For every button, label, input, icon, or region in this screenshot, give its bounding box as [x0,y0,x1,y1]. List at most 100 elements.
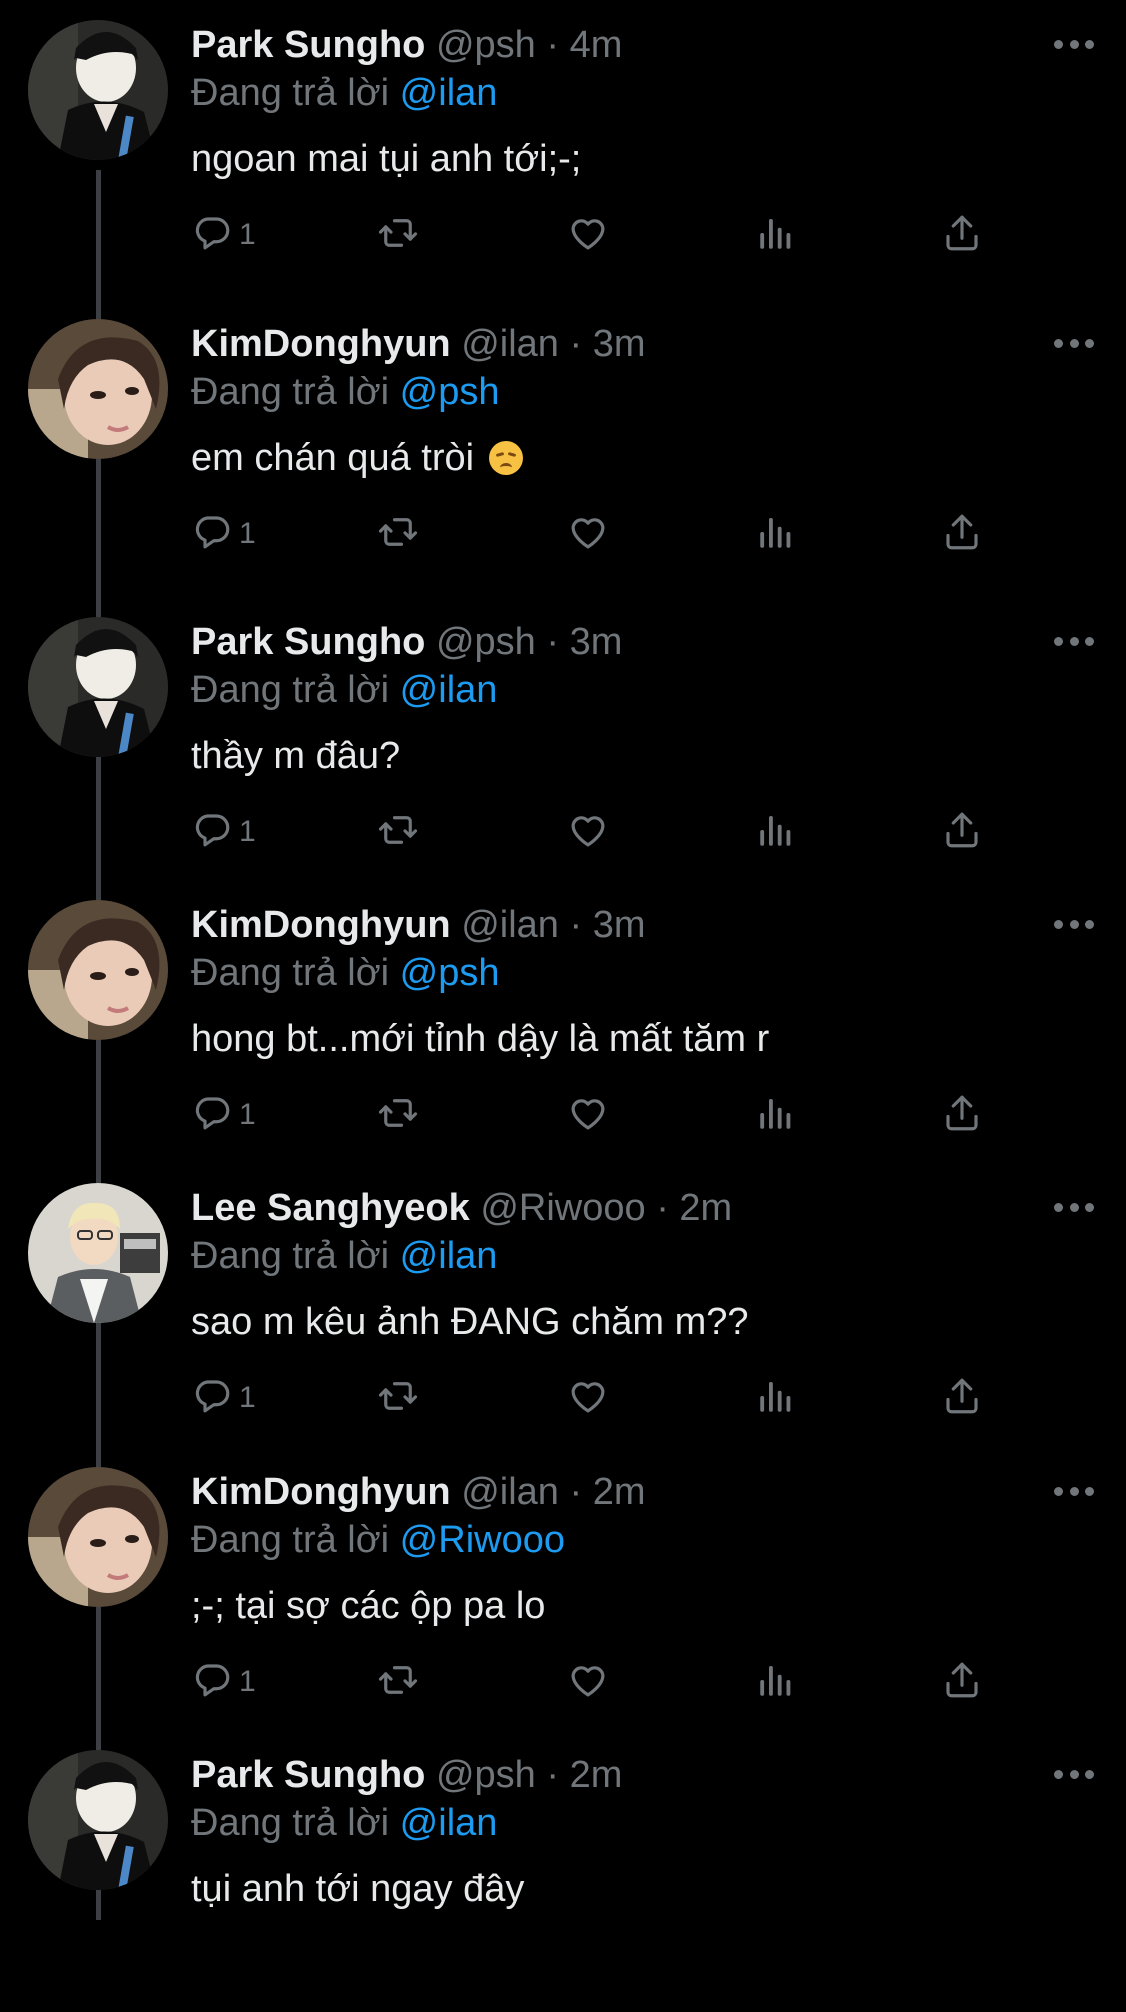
handle[interactable]: @Riwooo [480,1187,645,1229]
retweet-button[interactable] [377,210,419,260]
more-icon[interactable] [1054,637,1094,651]
timestamp[interactable]: 2m [570,1754,623,1796]
reply-button[interactable]: 1 [191,1090,256,1140]
views-button[interactable] [755,509,797,559]
like-button[interactable] [567,210,609,260]
avatar[interactable] [28,1750,168,1890]
avatar[interactable] [28,617,168,757]
reply-icon [191,212,233,259]
retweet-button[interactable] [377,1373,419,1423]
handle[interactable]: @psh [436,621,536,663]
like-button[interactable] [567,807,609,857]
like-button[interactable] [567,1373,609,1423]
reply-button[interactable]: 1 [191,509,256,559]
handle[interactable]: @ilan [461,1471,559,1513]
retweet-icon [377,1375,419,1422]
display-name[interactable]: Park Sungho [191,1754,425,1796]
tweet[interactable]: Park Sungho @psh · 3m Đang trả lời @ilan… [0,597,1126,879]
share-button[interactable] [941,1657,983,1707]
mention-link[interactable]: @psh [400,371,500,413]
share-button[interactable] [941,1373,983,1423]
more-icon[interactable] [1054,920,1094,934]
avatar[interactable] [28,1467,168,1607]
tweet[interactable]: KimDonghyun @ilan · 2m Đang trả lời @Riw… [0,1447,1126,1729]
handle[interactable]: @psh [436,24,536,66]
display-name[interactable]: KimDonghyun [191,904,451,946]
reply-button[interactable]: 1 [191,210,256,260]
reply-button[interactable]: 1 [191,807,256,857]
retweet-button[interactable] [377,1657,419,1707]
tweet-header: KimDonghyun @ilan · 2m [191,1469,646,1515]
share-icon [941,809,983,856]
display-name[interactable]: Park Sungho [191,24,425,66]
more-icon[interactable] [1054,1487,1094,1501]
mention-link[interactable]: @ilan [400,1802,498,1844]
timestamp[interactable]: 4m [570,24,623,66]
replying-to: Đang trả lời @ilan [191,667,497,713]
display-name[interactable]: Park Sungho [191,621,425,663]
more-icon[interactable] [1054,40,1094,54]
share-button[interactable] [941,807,983,857]
separator-dot: · [546,24,559,66]
views-button[interactable] [755,807,797,857]
retweet-button[interactable] [377,1090,419,1140]
replying-to: Đang trả lời @ilan [191,1800,497,1846]
like-icon [567,809,609,856]
separator-dot: · [569,323,583,365]
views-button[interactable] [755,210,797,260]
reply-button[interactable]: 1 [191,1373,256,1423]
views-button[interactable] [755,1657,797,1707]
tweet-text: em chán quá tròi [191,435,523,481]
views-button[interactable] [755,1090,797,1140]
mention-link[interactable]: @psh [400,952,500,994]
avatar[interactable] [28,900,168,1040]
replying-to-label: Đang trả lời [191,1235,390,1277]
reply-count: 1 [239,815,256,848]
share-button[interactable] [941,509,983,559]
tweet-text-content: tụi anh tới ngay đây [191,1868,525,1910]
retweet-button[interactable] [377,509,419,559]
reply-count: 1 [239,1665,256,1698]
views-icon [755,1659,797,1706]
views-button[interactable] [755,1373,797,1423]
share-button[interactable] [941,1090,983,1140]
like-button[interactable] [567,1090,609,1140]
mention-link[interactable]: @ilan [400,1235,498,1277]
avatar[interactable] [28,20,168,160]
timestamp[interactable]: 3m [593,904,646,946]
tweet[interactable]: Park Sungho @psh · 2m Đang trả lời @ilan… [0,1730,1126,2012]
timestamp[interactable]: 3m [570,621,623,663]
avatar[interactable] [28,1183,168,1323]
handle[interactable]: @psh [436,1754,536,1796]
like-button[interactable] [567,509,609,559]
tweet[interactable]: KimDonghyun @ilan · 3m Đang trả lời @psh… [0,299,1126,581]
like-button[interactable] [567,1657,609,1707]
share-button[interactable] [941,210,983,260]
disappointed-face-emoji [488,441,523,475]
tweet[interactable]: Lee Sanghyeok @Riwooo · 2m Đang trả lời … [0,1163,1126,1445]
action-bar: 1 [191,509,1011,559]
mention-link[interactable]: @Riwooo [400,1519,565,1561]
replying-to-label: Đang trả lời [191,1519,390,1561]
retweet-button[interactable] [377,807,419,857]
share-icon [941,212,983,259]
mention-link[interactable]: @ilan [400,669,498,711]
separator-dot: · [569,1471,583,1513]
timestamp[interactable]: 2m [679,1187,732,1229]
timestamp[interactable]: 3m [593,323,646,365]
timestamp[interactable]: 2m [593,1471,646,1513]
avatar[interactable] [28,319,168,459]
handle[interactable]: @ilan [461,904,559,946]
reply-button[interactable]: 1 [191,1657,256,1707]
tweet[interactable]: Park Sungho @psh · 4m Đang trả lời @ilan… [0,0,1126,282]
display-name[interactable]: Lee Sanghyeok [191,1187,470,1229]
reply-icon [191,511,233,558]
tweet[interactable]: KimDonghyun @ilan · 3m Đang trả lời @psh… [0,880,1126,1162]
display-name[interactable]: KimDonghyun [191,323,451,365]
more-icon[interactable] [1054,1770,1094,1784]
more-icon[interactable] [1054,339,1094,353]
mention-link[interactable]: @ilan [400,72,498,114]
display-name[interactable]: KimDonghyun [191,1471,451,1513]
handle[interactable]: @ilan [461,323,559,365]
more-icon[interactable] [1054,1203,1094,1217]
